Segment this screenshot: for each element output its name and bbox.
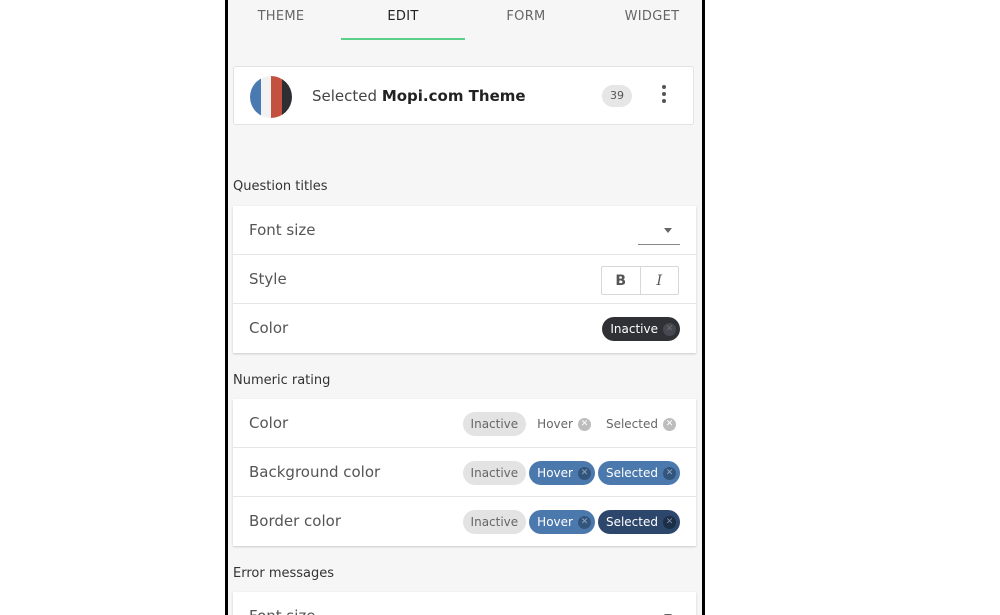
chip-label: Selected: [605, 515, 658, 529]
chip-label: Selected: [605, 466, 658, 480]
chip-label: Hover: [537, 515, 573, 529]
theme-count-badge: 39: [602, 85, 632, 107]
theme-flag-icon: [250, 76, 292, 118]
color-label: Color: [249, 319, 289, 337]
editor-panel: THEME EDIT FORM WIDGET Selected Mopi.com…: [225, 0, 705, 615]
background-color-row: Background color Inactive Hover ✕ Select…: [233, 448, 696, 497]
hover-chip[interactable]: Hover ✕: [529, 412, 595, 436]
selected-theme-label: Selected Mopi.com Theme: [312, 87, 526, 105]
chip-label: Inactive: [610, 322, 658, 336]
x-circle-icon[interactable]: ✕: [663, 417, 676, 431]
selected-chip[interactable]: Selected ✕: [597, 510, 680, 534]
text-style-toggle-group: B I: [601, 266, 679, 295]
tab-edit[interactable]: EDIT: [375, 9, 431, 24]
chip-label: Hover: [537, 417, 573, 431]
section-title-numeric-rating: Numeric rating: [233, 373, 331, 388]
x-circle-icon[interactable]: ✕: [663, 466, 676, 480]
caret-down-icon: [664, 228, 672, 233]
italic-button[interactable]: I: [639, 267, 679, 294]
bold-button[interactable]: B: [602, 267, 640, 294]
chip-label: Selected: [605, 417, 658, 431]
chip-label: Hover: [537, 466, 573, 480]
inactive-color-chip[interactable]: Inactive ✕: [602, 317, 680, 341]
tab-form[interactable]: FORM: [500, 9, 552, 24]
color-chips: Inactive ✕: [602, 317, 680, 341]
font-size-select[interactable]: [638, 220, 680, 245]
x-circle-icon[interactable]: ✕: [577, 515, 591, 529]
x-circle-icon[interactable]: ✕: [663, 322, 676, 336]
inactive-chip[interactable]: Inactive: [462, 461, 527, 485]
x-circle-icon[interactable]: ✕: [663, 515, 676, 529]
style-label: Style: [249, 270, 287, 288]
x-circle-icon[interactable]: ✕: [577, 466, 591, 480]
color-row: Color Inactive ✕: [233, 304, 696, 353]
selected-theme-card[interactable]: Selected Mopi.com Theme 39: [233, 66, 694, 125]
background-color-chips: Inactive Hover ✕ Selected ✕: [462, 461, 680, 485]
tab-bar: THEME EDIT FORM WIDGET: [228, 0, 702, 42]
border-color-label: Border color: [249, 512, 341, 530]
rating-color-row: Color Inactive Hover ✕ Selected ✕: [233, 399, 696, 448]
border-color-chips: Inactive Hover ✕ Selected ✕: [462, 510, 680, 534]
error-messages-panel: Font size: [233, 592, 696, 615]
theme-name: Mopi.com Theme: [381, 87, 526, 105]
tab-widget[interactable]: WIDGET: [620, 9, 684, 24]
inactive-chip[interactable]: Inactive: [462, 412, 527, 436]
section-title-error-messages: Error messages: [233, 566, 335, 581]
selected-chip[interactable]: Selected ✕: [597, 461, 680, 485]
background-color-label: Background color: [249, 463, 381, 481]
font-size-label: Font size: [249, 221, 316, 239]
active-tab-indicator: [341, 38, 465, 40]
style-row: Style B I: [233, 255, 696, 304]
hover-chip[interactable]: Hover ✕: [529, 461, 595, 485]
inactive-chip[interactable]: Inactive: [462, 510, 527, 534]
error-font-size-label: Font size: [249, 607, 316, 615]
error-font-size-row: Font size: [233, 592, 696, 615]
section-title-question-titles: Question titles: [233, 179, 328, 194]
question-titles-panel: Font size Style B I Color Inactive ✕: [233, 206, 696, 353]
rating-color-label: Color: [249, 414, 289, 432]
selected-prefix: Selected: [312, 87, 378, 105]
error-font-size-select[interactable]: [638, 606, 680, 615]
numeric-rating-panel: Color Inactive Hover ✕ Selected ✕ Backgr…: [233, 399, 696, 546]
hover-chip[interactable]: Hover ✕: [529, 510, 595, 534]
more-vertical-icon[interactable]: [658, 83, 670, 107]
x-circle-icon[interactable]: ✕: [577, 417, 591, 431]
rating-color-chips: Inactive Hover ✕ Selected ✕: [462, 412, 680, 436]
font-size-row: Font size: [233, 206, 696, 255]
tab-theme[interactable]: THEME: [254, 9, 308, 24]
border-color-row: Border color Inactive Hover ✕ Selected ✕: [233, 497, 696, 546]
selected-chip[interactable]: Selected ✕: [597, 412, 680, 436]
